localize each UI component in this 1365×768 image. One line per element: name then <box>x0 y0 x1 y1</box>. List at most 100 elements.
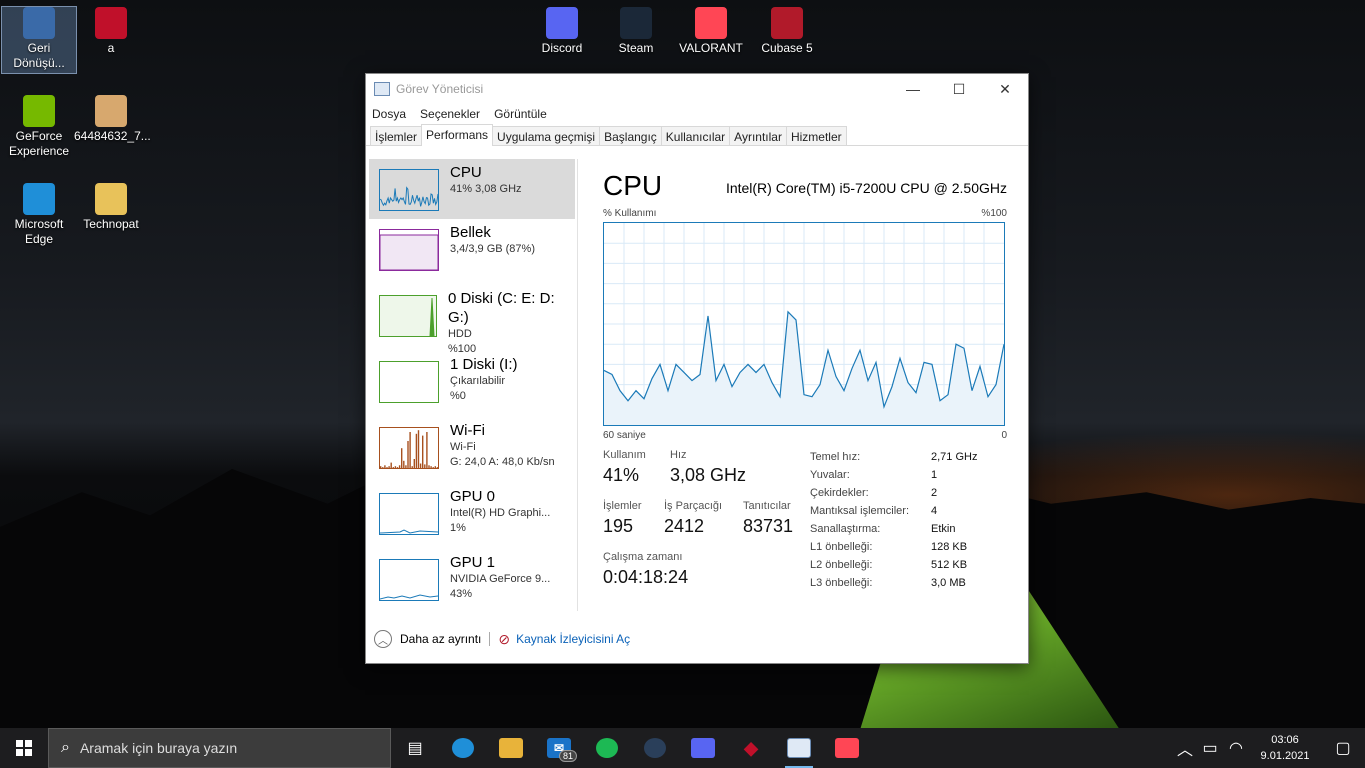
collapse-chevron-icon[interactable]: ︿ <box>374 630 392 648</box>
desktop-icon-folder[interactable]: Technopat <box>74 183 148 232</box>
tab-details[interactable]: Ayrıntılar <box>729 126 787 145</box>
sidebar-item-name: GPU 1 <box>450 554 496 571</box>
mini-wifi-bar <box>398 465 401 468</box>
mini-graph-svg <box>380 430 438 468</box>
maximize-button[interactable]: ☐ <box>936 74 982 104</box>
network-button[interactable]: ◠ <box>1223 728 1249 768</box>
cpu-detail-panel: CPU Intel(R) Core(TM) i5-7200U CPU @ 2.5… <box>603 170 1007 601</box>
nvidia-icon <box>23 95 55 127</box>
desktop-icon-cubase[interactable]: Cubase 5 <box>750 7 824 56</box>
mini-graph-svg <box>429 297 435 336</box>
speed-label: Hız <box>670 449 687 461</box>
mini-graph <box>379 493 439 535</box>
mini-gpu-line <box>380 594 438 600</box>
tab-app-history[interactable]: Uygulama geçmişi <box>492 126 601 145</box>
mini-wifi-bar <box>401 448 403 468</box>
desktop-icon-edge[interactable]: Microsoft Edge <box>2 183 76 247</box>
sidebar-item-gpu-0[interactable]: GPU 0 Intel(R) HD Graphi... 1% <box>369 483 575 549</box>
search-placeholder: Aramak için buraya yazın <box>79 740 238 756</box>
tab-services[interactable]: Hizmetler <box>785 126 847 145</box>
detail-label: L1 önbelleği: <box>810 541 873 553</box>
taskbar-spotify[interactable] <box>583 728 631 768</box>
title-bar[interactable]: Görev Yöneticisi — ☐ ✕ <box>366 74 1028 104</box>
sidebar-item-text: GPU 1 NVIDIA GeForce 9... 43% <box>450 553 550 615</box>
desktop-icon-nvidia[interactable]: GeForce Experience <box>2 95 76 159</box>
fewer-details-link[interactable]: Daha az ayrıntı <box>400 632 481 646</box>
sidebar-item-disk-1[interactable]: 1 Diski (I:) Çıkarılabilir %0 <box>369 351 575 417</box>
desktop-icon-steam[interactable]: Steam <box>599 7 673 56</box>
mini-graph <box>379 229 439 271</box>
detail-label: Temel hız: <box>810 451 861 463</box>
close-button[interactable]: ✕ <box>982 74 1028 104</box>
threads-value: 2412 <box>664 516 705 536</box>
menu-view[interactable]: Görüntüle <box>494 107 547 121</box>
sidebar-item-disk-0[interactable]: 0 Diski (C: E: D: G:) HDD %100 <box>369 285 575 355</box>
battery-button[interactable]: ▭ <box>1197 728 1223 768</box>
sidebar-item-detail: Intel(R) HD Graphi... <box>450 507 551 519</box>
mail-badge: 81 <box>558 750 577 762</box>
tab-startup[interactable]: Başlangıç <box>599 126 662 145</box>
tab-processes[interactable]: İşlemler <box>370 126 423 145</box>
taskbar-discord[interactable] <box>679 728 727 768</box>
taskbar-mail[interactable]: ✉ 81 <box>535 728 583 768</box>
taskbar-task-manager[interactable] <box>775 728 823 768</box>
minimize-button[interactable]: — <box>890 74 936 104</box>
menu-options[interactable]: Seçenekler <box>420 107 480 121</box>
mini-wifi-bar <box>430 466 432 468</box>
sidebar-item-detail: %0 <box>450 390 466 402</box>
sidebar-item-memory[interactable]: Bellek 3,4/3,9 GB (87%) <box>369 219 575 285</box>
open-resource-monitor-link[interactable]: Kaynak İzleyicisini Aç <box>516 632 630 646</box>
desktop-icon-discord[interactable]: Discord <box>525 7 599 56</box>
sidebar-item-gpu-1[interactable]: GPU 1 NVIDIA GeForce 9... 43% <box>369 549 575 615</box>
sidebar-item-text: Wi-Fi Wi-Fi G: 24,0 A: 48,0 Kb/sn <box>450 421 555 483</box>
minimize-icon: — <box>906 81 920 97</box>
sidebar-item-name: 0 Diski (C: E: D: G:) <box>447 290 555 326</box>
clock-time: 03:06 <box>1271 734 1299 746</box>
desktop-icon-cubase-file[interactable]: a <box>74 7 148 56</box>
cubase-icon: ◆ <box>744 737 758 758</box>
sidebar-item-wifi[interactable]: Wi-Fi Wi-Fi G: 24,0 A: 48,0 Kb/sn <box>369 417 575 483</box>
threads-label: İş Parçacığı <box>664 500 723 512</box>
mini-cpu-line <box>380 186 438 207</box>
notifications-button[interactable]: ▢ <box>1321 728 1365 768</box>
desktop-icon-valorant[interactable]: VALORANT <box>674 7 748 56</box>
mini-graph <box>379 361 439 403</box>
mini-graph <box>379 427 439 469</box>
sidebar-item-text: 1 Diski (I:) Çıkarılabilir %0 <box>450 355 518 417</box>
edge-icon <box>23 183 55 215</box>
detail-value: Etkin <box>931 523 956 535</box>
menu-file[interactable]: Dosya <box>372 107 406 121</box>
taskbar-steam[interactable] <box>631 728 679 768</box>
start-button[interactable] <box>0 728 48 768</box>
mini-graph-svg <box>380 594 438 600</box>
desktop-icon-label: GeForce Experience <box>8 129 70 158</box>
image-file-icon <box>95 95 127 127</box>
taskbar-file-explorer[interactable] <box>487 728 535 768</box>
discord-icon <box>546 7 578 39</box>
detail-label: Çekirdekler: <box>810 487 869 499</box>
sidebar-item-detail: Çıkarılabilir <box>450 375 506 387</box>
detail-value: 128 KB <box>931 541 968 553</box>
taskbar-search-box[interactable]: ⌕ Aramak için buraya yazın <box>48 728 391 768</box>
desktop-icon-recycle-bin[interactable]: Geri Dönüşü... <box>1 6 77 74</box>
tab-performance[interactable]: Performans <box>421 124 494 146</box>
tray-overflow-button[interactable]: ︿ <box>1173 728 1197 768</box>
notification-icon: ▢ <box>1335 740 1351 757</box>
mini-wifi-bar <box>428 465 430 468</box>
sidebar-item-detail: HDD <box>447 328 472 340</box>
tab-users[interactable]: Kullanıcılar <box>660 126 731 145</box>
task-view-button[interactable]: ▤ <box>391 728 439 768</box>
detail-label: Yuvalar: <box>810 469 850 481</box>
task-manager-app-icon <box>374 82 390 96</box>
sidebar-item-cpu[interactable]: CPU 41% 3,08 GHz <box>369 159 575 219</box>
window-title: Görev Yöneticisi <box>396 82 484 96</box>
taskbar-cubase[interactable]: ◆ <box>727 728 775 768</box>
cpu-stats: Kullanım 41% Hız 3,08 GHz İşlemler 195 İ… <box>603 441 1007 601</box>
taskbar-valorant[interactable] <box>823 728 871 768</box>
discord-icon <box>691 738 715 758</box>
desktop-icon-label: Microsoft Edge <box>14 217 64 246</box>
taskbar-edge[interactable] <box>439 728 487 768</box>
clock[interactable]: 03:06 9.01.2021 <box>1249 732 1321 764</box>
sidebar-item-name: Wi-Fi <box>450 422 485 439</box>
desktop-icon-image-file[interactable]: 64484632_7... <box>74 95 151 144</box>
